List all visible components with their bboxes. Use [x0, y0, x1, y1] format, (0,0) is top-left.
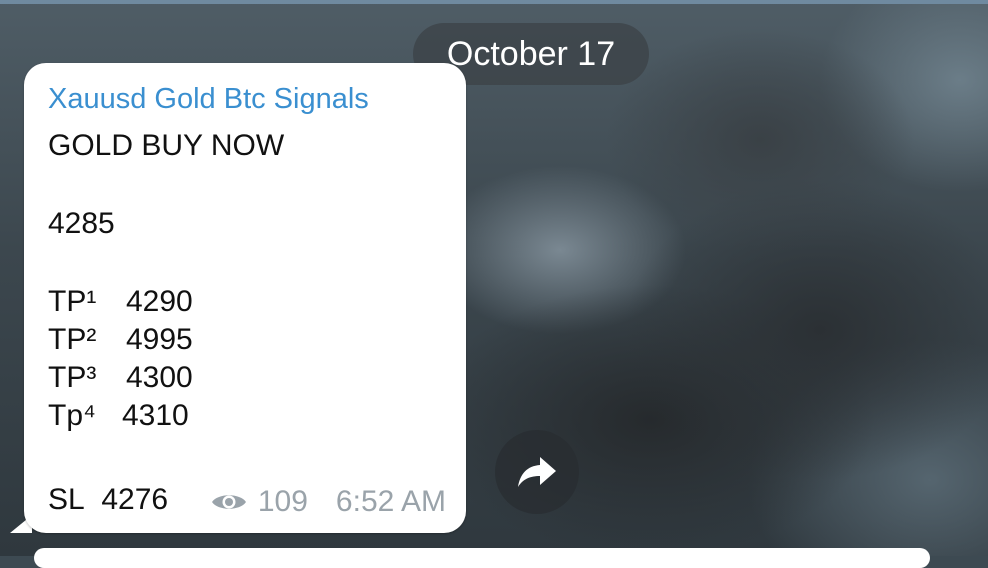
message-bubble[interactable]: Xauusd Gold Btc Signals GOLD BUY NOW 428…: [24, 63, 466, 533]
message-time: 6:52 AM: [335, 485, 446, 518]
next-message-bubble[interactable]: [34, 548, 930, 568]
target-value: 4995: [126, 323, 193, 356]
stop-loss-label: SL: [48, 483, 85, 516]
target-value: 4290: [126, 285, 193, 318]
target-row: TP¹ 4290: [48, 285, 193, 319]
stop-loss-value: 4276: [101, 483, 169, 516]
target-row: Tp⁴ 4310: [48, 399, 189, 433]
target-value: 4300: [126, 361, 193, 394]
target-value: 4310: [122, 399, 189, 432]
view-count: 109: [257, 485, 308, 518]
entry-price: 4285: [48, 207, 115, 240]
target-label: TP²: [48, 323, 97, 356]
target-row: TP³ 4300: [48, 361, 193, 395]
target-label: Tp⁴: [48, 399, 96, 432]
forward-arrow-icon: [518, 457, 556, 487]
stop-loss: SL 4276: [48, 483, 168, 517]
target-row: TP² 4995: [48, 323, 193, 357]
target-label: TP¹: [48, 285, 97, 318]
eye-icon: [211, 495, 246, 509]
message-meta: 109 6:52 AM: [210, 485, 446, 519]
message-headline: GOLD BUY NOW: [48, 129, 285, 162]
forward-button[interactable]: [495, 430, 579, 514]
top-strip: [0, 0, 988, 4]
sender-name[interactable]: Xauusd Gold Btc Signals: [48, 83, 369, 116]
target-label: TP³: [48, 361, 97, 394]
